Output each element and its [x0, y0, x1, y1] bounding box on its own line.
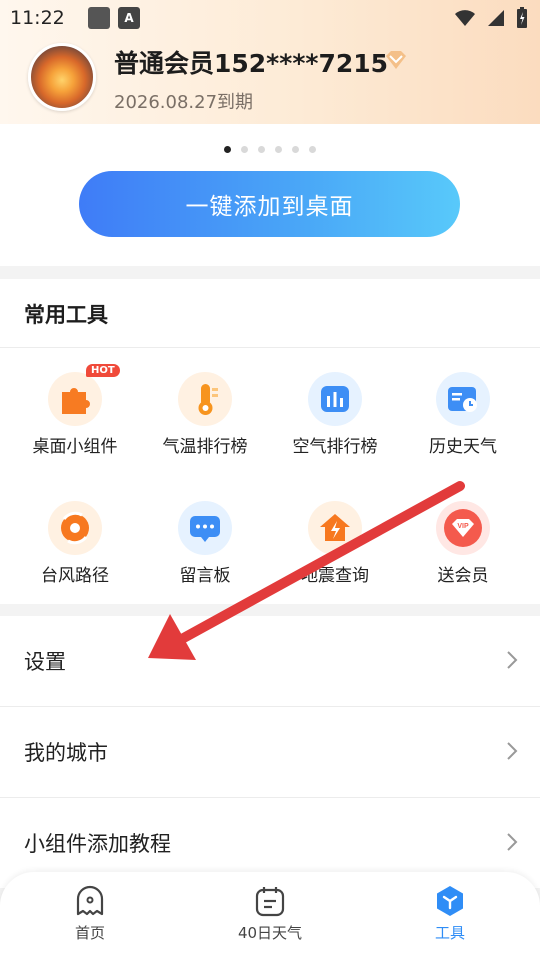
- menu-item-my-cities[interactable]: 我的城市: [0, 707, 540, 797]
- divider: [0, 347, 540, 348]
- tab-home[interactable]: 首页: [30, 884, 150, 943]
- menu-item-settings[interactable]: 设置: [0, 616, 540, 706]
- signal-icon: [488, 10, 504, 26]
- widget-banner: 一键添加到桌面: [0, 124, 540, 266]
- wifi-icon: [455, 10, 475, 26]
- carousel-dot[interactable]: [241, 146, 248, 153]
- membership-expire-date: 2026.08.27到期: [114, 92, 254, 113]
- tab-label: 工具: [434, 924, 465, 942]
- status-bar: 11:22 A: [0, 0, 540, 36]
- tool-air-ranking[interactable]: 空气排行榜: [270, 372, 400, 482]
- tool-label: 桌面小组件: [32, 437, 118, 457]
- common-tools-section: 常用工具 HOT 桌面小组件 气温排行榜 空气排行榜 历史天气 台风路径 留言板…: [0, 279, 540, 604]
- notification-icon: [88, 7, 110, 29]
- tool-label: 地震查询: [301, 566, 369, 586]
- tab-label: 首页: [74, 924, 105, 942]
- status-time: 11:22: [10, 7, 65, 29]
- tool-label: 留言板: [179, 566, 231, 586]
- earthquake-icon: [308, 501, 362, 555]
- tool-label: 送会员: [437, 566, 489, 586]
- svg-text:VIP: VIP: [457, 523, 469, 530]
- a-app-icon: A: [118, 7, 140, 29]
- bar-chart-icon: [308, 372, 362, 426]
- carousel-dots: [0, 146, 540, 153]
- tool-label: 空气排行榜: [292, 437, 378, 457]
- typhoon-icon: [48, 501, 102, 555]
- thermometer-icon: [178, 372, 232, 426]
- message-board-icon: [178, 501, 232, 555]
- menu-item-label: 设置: [24, 650, 66, 674]
- menu-item-label: 小组件添加教程: [24, 832, 171, 856]
- carousel-dot[interactable]: [309, 146, 316, 153]
- tool-typhoon-path[interactable]: 台风路径: [10, 501, 140, 611]
- tab-tools[interactable]: 工具: [390, 884, 510, 943]
- chevron-right-icon: [507, 742, 518, 760]
- carousel-dot[interactable]: [275, 146, 282, 153]
- bottom-tab-bar: 首页 40日天气 工具: [0, 872, 540, 960]
- tool-earthquake-query[interactable]: 地震查询: [270, 501, 400, 611]
- carousel-dot[interactable]: [258, 146, 265, 153]
- calendar-icon: [255, 887, 285, 917]
- member-name: 普通会员152****7215: [114, 49, 389, 78]
- tool-temperature-ranking[interactable]: 气温排行榜: [140, 372, 270, 482]
- tool-label: 台风路径: [41, 566, 109, 586]
- battery-icon: [517, 7, 527, 28]
- add-to-desktop-button[interactable]: 一键添加到桌面: [79, 171, 460, 237]
- vip-gift-icon: VIP: [436, 501, 490, 555]
- tool-message-board[interactable]: 留言板: [140, 501, 270, 611]
- chevron-right-icon: [507, 833, 518, 851]
- tool-desktop-widget[interactable]: HOT 桌面小组件: [10, 364, 140, 482]
- carousel-dot[interactable]: [292, 146, 299, 153]
- vip-diamond-icon: [386, 51, 406, 69]
- menu-item-label: 我的城市: [24, 741, 108, 765]
- calendar-clock-icon: [436, 372, 490, 426]
- tool-history-weather[interactable]: 历史天气: [398, 372, 528, 482]
- tab-label: 40日天气: [237, 924, 303, 942]
- tool-gift-vip[interactable]: VIP 送会员: [398, 501, 528, 611]
- home-ghost-icon: [76, 885, 104, 916]
- chevron-right-icon: [507, 651, 518, 669]
- member-header: 11:22 A 普通会员152****7215 2026.08.27到期: [0, 0, 540, 124]
- tool-label: 历史天气: [429, 437, 497, 457]
- avatar[interactable]: [28, 43, 96, 111]
- section-title: 常用工具: [24, 303, 108, 327]
- tab-40-day-weather[interactable]: 40日天气: [210, 884, 330, 943]
- hot-badge: HOT: [86, 364, 120, 377]
- carousel-dot[interactable]: [224, 146, 231, 153]
- puzzle-icon: HOT: [48, 364, 120, 426]
- tool-label: 气温排行榜: [162, 437, 248, 457]
- tools-hexagon-icon: [437, 886, 463, 916]
